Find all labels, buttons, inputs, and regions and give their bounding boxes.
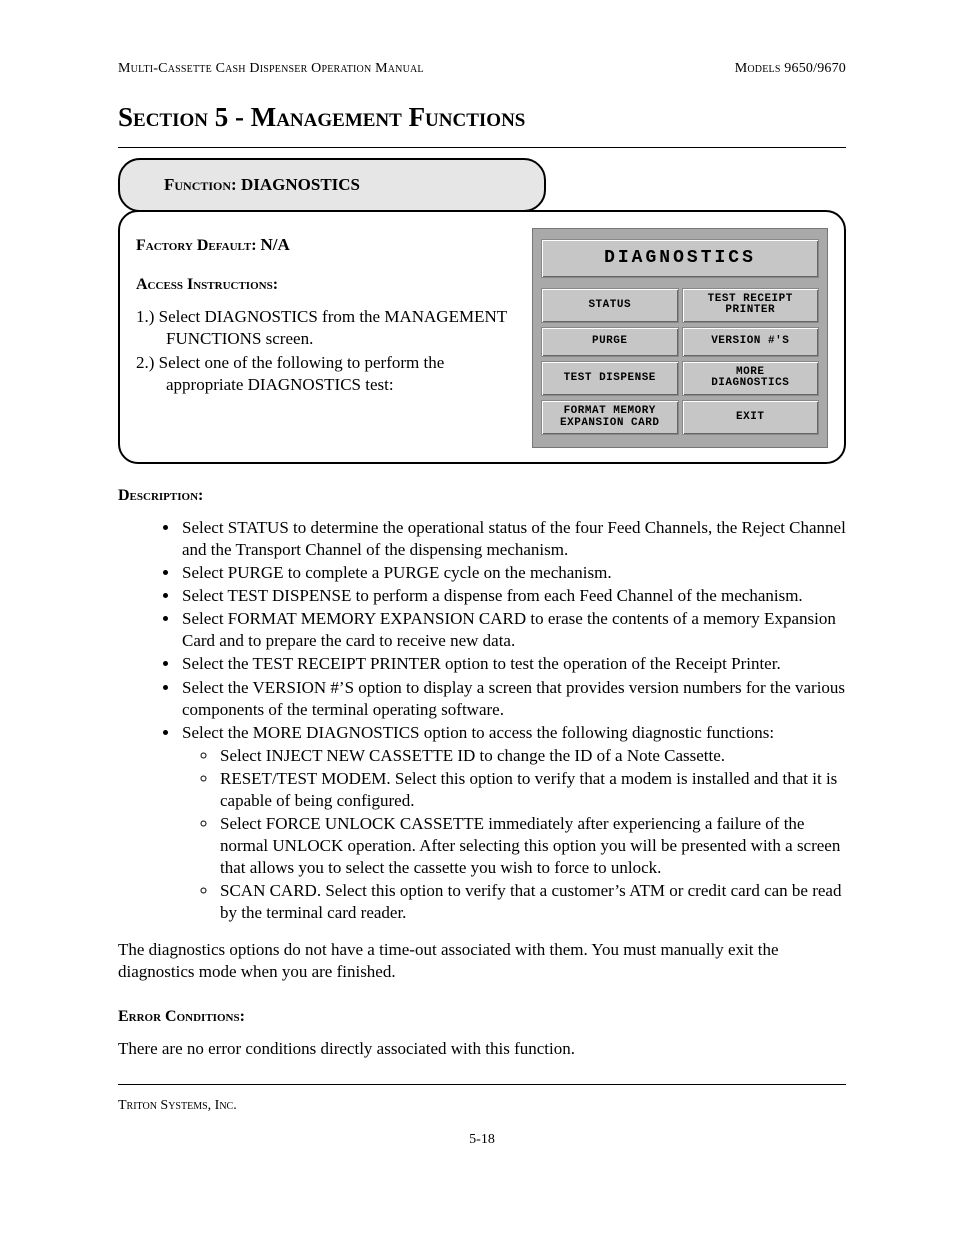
section-divider: [118, 147, 846, 148]
atm-screenshot: DIAGNOSTICS STATUS TEST RECEIPT PRINTER …: [532, 228, 828, 448]
factory-default-label: Factory Default:: [136, 237, 261, 254]
description-item-text: Select the MORE DIAGNOSTICS option to ac…: [182, 723, 774, 742]
atm-button-test-dispense[interactable]: TEST DISPENSE: [541, 361, 679, 396]
description-subitem: Select FORCE UNLOCK CASSETTE immediately…: [218, 813, 846, 879]
description-item: Select the TEST RECEIPT PRINTER option t…: [180, 653, 846, 675]
description-item: Select the MORE DIAGNOSTICS option to ac…: [180, 722, 846, 925]
atm-button-test-receipt[interactable]: TEST RECEIPT PRINTER: [682, 288, 820, 323]
access-steps: 1.) Select DIAGNOSTICS from the MANAGEME…: [136, 306, 516, 396]
running-header: Multi-Cassette Cash Dispenser Operation …: [118, 60, 846, 78]
description-list: Select STATUS to determine the operation…: [118, 517, 846, 925]
footer-divider: [118, 1084, 846, 1085]
header-right: Models 9650/9670: [735, 60, 846, 78]
function-label: Function:: [164, 175, 241, 194]
atm-button-purge[interactable]: PURGE: [541, 327, 679, 357]
error-conditions-text: There are no error conditions directly a…: [118, 1038, 846, 1060]
atm-button-exit[interactable]: EXIT: [682, 400, 820, 435]
atm-button-version[interactable]: VERSION #'S: [682, 327, 820, 357]
footer-company: Triton Systems, Inc.: [118, 1097, 846, 1115]
function-block: Function: DIAGNOSTICS Factory Default: N…: [118, 158, 846, 464]
atm-screen-title: DIAGNOSTICS: [541, 239, 819, 277]
function-tab: Function: DIAGNOSTICS: [118, 158, 546, 212]
manual-page: Multi-Cassette Cash Dispenser Operation …: [0, 0, 954, 1235]
error-conditions-label: Error Conditions:: [118, 1007, 846, 1028]
atm-button-more-diag[interactable]: MORE DIAGNOSTICS: [682, 361, 820, 396]
description-subitem: SCAN CARD. Select this option to verify …: [218, 880, 846, 924]
function-name: DIAGNOSTICS: [241, 175, 360, 194]
description-subitem: Select INJECT NEW CASSETTE ID to change …: [218, 745, 846, 767]
access-label: Access Instructions:: [136, 275, 516, 296]
description-sublist: Select INJECT NEW CASSETTE ID to change …: [182, 745, 846, 925]
access-step: 2.) Select one of the following to perfo…: [136, 352, 516, 396]
header-left: Multi-Cassette Cash Dispenser Operation …: [118, 60, 424, 78]
factory-default-value: N/A: [261, 235, 290, 254]
description-item: Select STATUS to determine the operation…: [180, 517, 846, 561]
function-info: Factory Default: N/A Access Instructions…: [136, 228, 516, 448]
access-step: 1.) Select DIAGNOSTICS from the MANAGEME…: [136, 306, 516, 350]
description-label: Description:: [118, 486, 846, 507]
atm-button-format-memory[interactable]: FORMAT MEMORY EXPANSION CARD: [541, 400, 679, 435]
page-number: 5-18: [118, 1131, 846, 1149]
description-item: Select FORMAT MEMORY EXPANSION CARD to e…: [180, 608, 846, 652]
section-title: Section 5 - Management Functions: [118, 100, 846, 135]
description-item: Select TEST DISPENSE to perform a dispen…: [180, 585, 846, 607]
description-item: Select PURGE to complete a PURGE cycle o…: [180, 562, 846, 584]
description-closing: The diagnostics options do not have a ti…: [118, 939, 846, 983]
description-subitem: RESET/TEST MODEM. Select this option to …: [218, 768, 846, 812]
description-item: Select the VERSION #’S option to display…: [180, 677, 846, 721]
atm-button-status[interactable]: STATUS: [541, 288, 679, 323]
